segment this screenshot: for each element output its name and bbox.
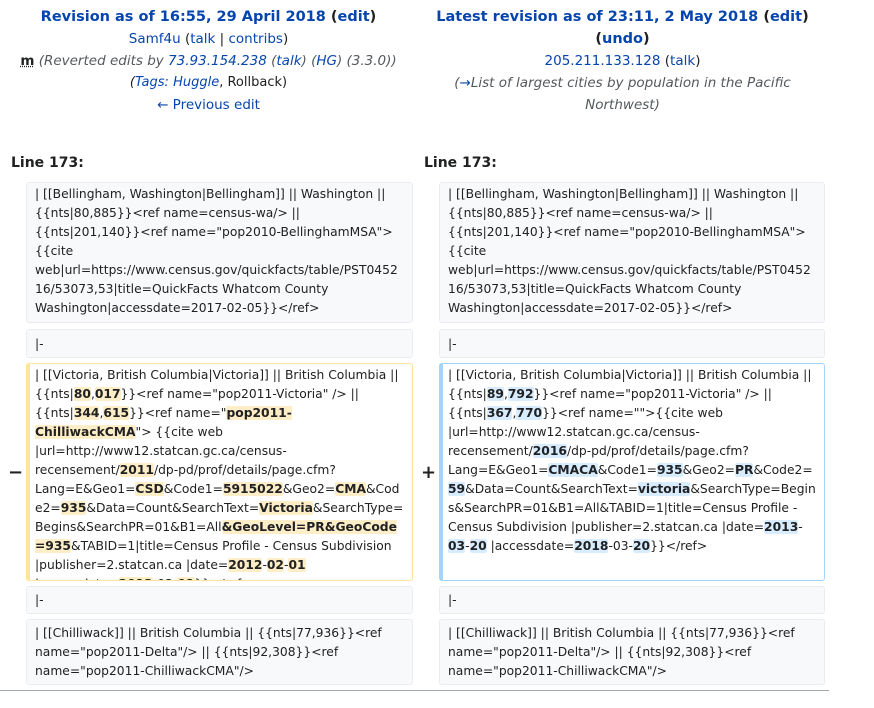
added-word-highlight: 20 xyxy=(469,539,487,553)
context-cell-right: | [[Bellingham, Washington|Bellingham]] … xyxy=(439,182,825,323)
old-comment-prefix: (Reverted edits by xyxy=(38,53,164,69)
deleted-word-highlight: 02 xyxy=(266,558,284,572)
added-word-highlight: 935 xyxy=(656,463,683,477)
deleted-word-text: -03- xyxy=(153,577,178,580)
deleted-word-text: &Geo2= xyxy=(282,482,336,496)
added-word-highlight: PR xyxy=(734,463,754,477)
old-revision-link[interactable]: Revision as of 16:55, 29 April 2018 xyxy=(41,9,326,25)
added-word-text: &Code2= xyxy=(753,463,813,477)
added-word-text: &Code1= xyxy=(597,463,657,477)
added-word-highlight: 20 xyxy=(632,539,651,553)
tags-label-link[interactable]: Tags: xyxy=(135,75,169,90)
section-arrow-link[interactable]: → xyxy=(460,75,471,91)
added-word-text: - xyxy=(798,520,803,534)
context-cell-left: |- xyxy=(26,586,413,614)
added-word-highlight: 89 xyxy=(486,387,504,401)
new-comment-text: List of largest cities by population in … xyxy=(470,75,791,113)
context-cell-right: | [[Chilliwack]] || British Columbia || … xyxy=(439,619,825,685)
deleted-word-text: &TABID=1|title=Census Profile - Census S… xyxy=(35,539,392,572)
added-word-text: -03- xyxy=(608,539,633,553)
old-user-contribs-link[interactable]: contribs xyxy=(229,31,283,47)
tag-rollback: Rollback xyxy=(227,75,283,90)
added-line-marker: + xyxy=(421,462,437,483)
new-edit-summary: (→List of largest cities by population i… xyxy=(454,75,791,113)
added-word-text: &Geo2= xyxy=(682,463,735,477)
hg-link[interactable]: HG xyxy=(316,53,337,69)
context-cell-left: | [[Bellingham, Washington|Bellingham]] … xyxy=(26,182,413,323)
deleted-word-highlight: Victoria xyxy=(259,501,313,515)
added-word-highlight: 792 xyxy=(507,387,534,401)
reverted-ip-link[interactable]: 73.93.154.238 xyxy=(168,53,267,69)
deleted-word-highlight: 2012 xyxy=(118,577,153,580)
added-word-highlight: 770 xyxy=(516,406,543,420)
deleted-word-text: |accessdate= xyxy=(35,577,119,580)
context-cell-left: |- xyxy=(26,329,413,358)
deleted-word-highlight: CMA xyxy=(335,482,366,496)
old-edit-summary: m (Reverted edits by 73.93.154.238 (talk… xyxy=(20,53,397,69)
new-user-link[interactable]: 205.211.133.128 xyxy=(545,53,661,69)
left-line-number: Line 173: xyxy=(11,155,84,171)
old-revision-title: Revision as of 16:55, 29 April 2018 (edi… xyxy=(40,9,377,25)
deleted-word-text: &Data=Count&SearchText= xyxy=(86,501,260,515)
deleted-word-highlight: 2012 xyxy=(228,558,263,572)
deleted-word-highlight: 017 xyxy=(94,387,121,401)
huggle-version: (3.3.0)) xyxy=(346,53,397,69)
deleted-line-marker: − xyxy=(8,462,24,483)
added-word-text: &Data=Count&SearchText= xyxy=(465,482,638,496)
new-revision-header: Latest revision as of 23:11, 2 May 2018 … xyxy=(425,6,820,116)
deleted-word-text: }}<ref name=" xyxy=(129,406,227,420)
added-word-highlight: 59 xyxy=(448,482,466,496)
deleted-word-highlight: 01 xyxy=(288,558,306,572)
minor-edit-marker: m xyxy=(20,53,35,69)
deleted-word-highlight: CSD xyxy=(135,482,164,496)
added-word-highlight: CMACA xyxy=(548,463,598,477)
reverted-ip-talk-link[interactable]: talk xyxy=(276,53,301,69)
deleted-word-highlight: 01 xyxy=(177,577,195,580)
diff-bottom-divider xyxy=(0,690,829,691)
added-word-highlight: 2016 xyxy=(532,444,567,458)
new-revision-title: Latest revision as of 23:11, 2 May 2018 … xyxy=(436,9,809,25)
deleted-word-highlight: 2011 xyxy=(119,463,154,477)
deleted-word-highlight: 615 xyxy=(103,406,130,420)
new-edit-link[interactable]: edit xyxy=(770,9,802,25)
added-word-highlight: 03 xyxy=(448,539,466,553)
old-revision-header: Revision as of 16:55, 29 April 2018 (edi… xyxy=(11,6,406,116)
right-line-number: Line 173: xyxy=(424,155,497,171)
context-cell-left: | [[Chilliwack]] || British Columbia || … xyxy=(26,619,413,685)
previous-edit-link[interactable]: ← Previous edit xyxy=(157,97,260,113)
added-word-highlight: victoria xyxy=(637,482,691,496)
new-revision-link[interactable]: Latest revision as of 23:11, 2 May 2018 xyxy=(436,9,758,25)
added-word-highlight: 367 xyxy=(486,406,513,420)
old-user-link[interactable]: Samf4u xyxy=(129,31,181,47)
old-edit-link[interactable]: edit xyxy=(338,9,370,25)
context-cell-right: |- xyxy=(439,586,825,614)
deleted-word-text: }}</ref> xyxy=(195,577,252,580)
added-word-highlight: 2013 xyxy=(764,520,799,534)
new-user-talk-link[interactable]: talk xyxy=(670,53,695,69)
deleted-line: | [[Victoria, British Columbia|Victoria]… xyxy=(26,363,413,581)
deleted-word-highlight: 5915022 xyxy=(222,482,283,496)
old-user-talk-link[interactable]: talk xyxy=(190,31,215,47)
added-word-text: - xyxy=(465,539,470,553)
deleted-word-highlight: 80 xyxy=(73,387,91,401)
added-word-highlight: 2018 xyxy=(574,539,609,553)
added-word-text: |accessdate= xyxy=(486,539,575,553)
deleted-word-highlight: 344 xyxy=(73,406,100,420)
undo-link[interactable]: undo xyxy=(602,31,643,47)
new-user-line: 205.211.133.128 (talk) xyxy=(544,53,701,69)
deleted-word-highlight: 935 xyxy=(60,501,87,515)
added-word-text: }}</ref> xyxy=(650,539,708,553)
context-cell-right: |- xyxy=(439,329,825,358)
old-tags: (Tags: Huggle, Rollback) xyxy=(129,75,288,90)
deleted-word-text: &Code1= xyxy=(163,482,223,496)
added-line: | [[Victoria, British Columbia|Victoria]… xyxy=(439,363,825,581)
tag-huggle-link[interactable]: Huggle xyxy=(173,75,219,90)
old-user-line: Samf4u (talk | contribs) xyxy=(128,31,289,47)
